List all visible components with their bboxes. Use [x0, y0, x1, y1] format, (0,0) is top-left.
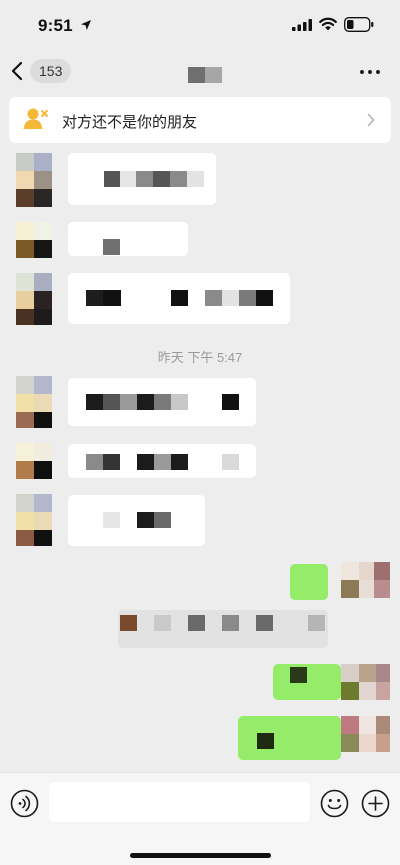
message-bubble-incoming[interactable]: [68, 222, 188, 256]
status-time: 9:51: [38, 16, 73, 35]
chat-message-list[interactable]: 昨天 下午 5:47: [0, 150, 400, 772]
wifi-icon: [319, 17, 337, 31]
message-bubble-outgoing[interactable]: [238, 716, 341, 760]
pixelated-text: [188, 615, 205, 631]
pixelated-text: [137, 454, 154, 470]
not-friend-notice[interactable]: 对方还不是你的朋友: [9, 97, 391, 143]
pixelated-text: [171, 394, 188, 410]
more-dots-icon[interactable]: [360, 68, 380, 76]
nav-bar: 153: [0, 50, 400, 94]
pixelated-text: [154, 615, 171, 631]
pixelated-text: [170, 171, 187, 187]
avatar[interactable]: [16, 494, 52, 530]
avatar-right: [359, 562, 390, 598]
pixelated-text: [239, 290, 256, 306]
plus-icon[interactable]: [361, 789, 390, 818]
message-bubble-incoming[interactable]: [68, 495, 205, 546]
pixelated-text: [256, 290, 273, 306]
pixelated-text: [308, 615, 325, 631]
avatar[interactable]: [16, 222, 52, 258]
pixelated-text: [137, 394, 154, 410]
pixelated-text: [120, 615, 137, 631]
avatar-bottom: [16, 530, 52, 546]
pixelated-text: [103, 454, 120, 470]
pixelated-text: [104, 171, 120, 187]
pixelated-text: [257, 733, 274, 749]
pixelated-text: [290, 667, 307, 683]
unread-count-badge: 153: [30, 59, 72, 83]
pixelated-text: [222, 290, 239, 306]
pixelated-text: [136, 171, 153, 187]
pixelated-text: [103, 394, 120, 410]
avatar-lower: [16, 171, 52, 189]
avatar[interactable]: [16, 376, 52, 412]
avatar[interactable]: [341, 716, 377, 752]
voice-icon[interactable]: [10, 789, 39, 818]
pixelated-text: [103, 290, 121, 306]
location-arrow-icon: [81, 20, 91, 30]
message-input[interactable]: [49, 782, 310, 822]
pixelated-text: [222, 615, 239, 631]
pixelated-text: [171, 454, 188, 470]
message-bubble-incoming[interactable]: [68, 378, 256, 426]
notice-text: 对方还不是你的朋友: [62, 114, 198, 131]
pixelated-text: [153, 171, 170, 187]
avatar-bottom: [16, 309, 52, 325]
message-bubble-outgoing[interactable]: [273, 664, 341, 700]
home-indicator: [130, 853, 271, 858]
pixelated-text: [103, 512, 120, 528]
pixelated-text: [187, 171, 204, 187]
avatar-bottom: [16, 189, 52, 207]
avatar-right: [376, 664, 390, 700]
message-bubble-incoming[interactable]: [68, 153, 216, 205]
pixelated-text: [154, 512, 171, 528]
chevron-left-icon: [11, 61, 23, 81]
battery-icon: [344, 17, 374, 32]
input-bar: [0, 772, 400, 865]
pixelated-text: [86, 394, 103, 410]
pixelated-system-message: [118, 610, 328, 648]
avatar[interactable]: [16, 443, 52, 479]
emoji-icon[interactable]: [320, 789, 349, 818]
pixelated-text: [86, 290, 103, 306]
back-button[interactable]: 153: [10, 56, 72, 86]
pixelated-text: [154, 394, 171, 410]
pixelated-text: [205, 290, 222, 306]
pixelated-text: [171, 290, 188, 306]
chevron-right-icon: [367, 113, 375, 127]
status-bar: 9:51: [0, 0, 400, 50]
pixelated-text: [120, 394, 137, 410]
message-bubble-incoming[interactable]: [68, 444, 256, 478]
message-timestamp: 昨天 下午 5:47: [157, 350, 243, 365]
avatar-right: [376, 716, 390, 752]
avatar[interactable]: [341, 664, 377, 700]
pixelated-text: [256, 615, 273, 631]
pixelated-text: [154, 454, 171, 470]
pixelated-text: [222, 454, 239, 470]
pixelated-text: [86, 454, 103, 470]
avatar-bottom: [16, 412, 52, 428]
person-x-icon: [23, 108, 48, 129]
message-bubble-outgoing[interactable]: [290, 564, 328, 600]
pixelated-text: [137, 512, 154, 528]
message-bubble-incoming[interactable]: [68, 273, 290, 324]
cellular-signal-icon: [292, 19, 312, 31]
contact-name-title: [188, 67, 222, 83]
pixelated-text: [103, 239, 120, 255]
avatar[interactable]: [16, 273, 52, 309]
pixelated-text: [222, 394, 239, 410]
pixelated-text: [120, 171, 136, 187]
